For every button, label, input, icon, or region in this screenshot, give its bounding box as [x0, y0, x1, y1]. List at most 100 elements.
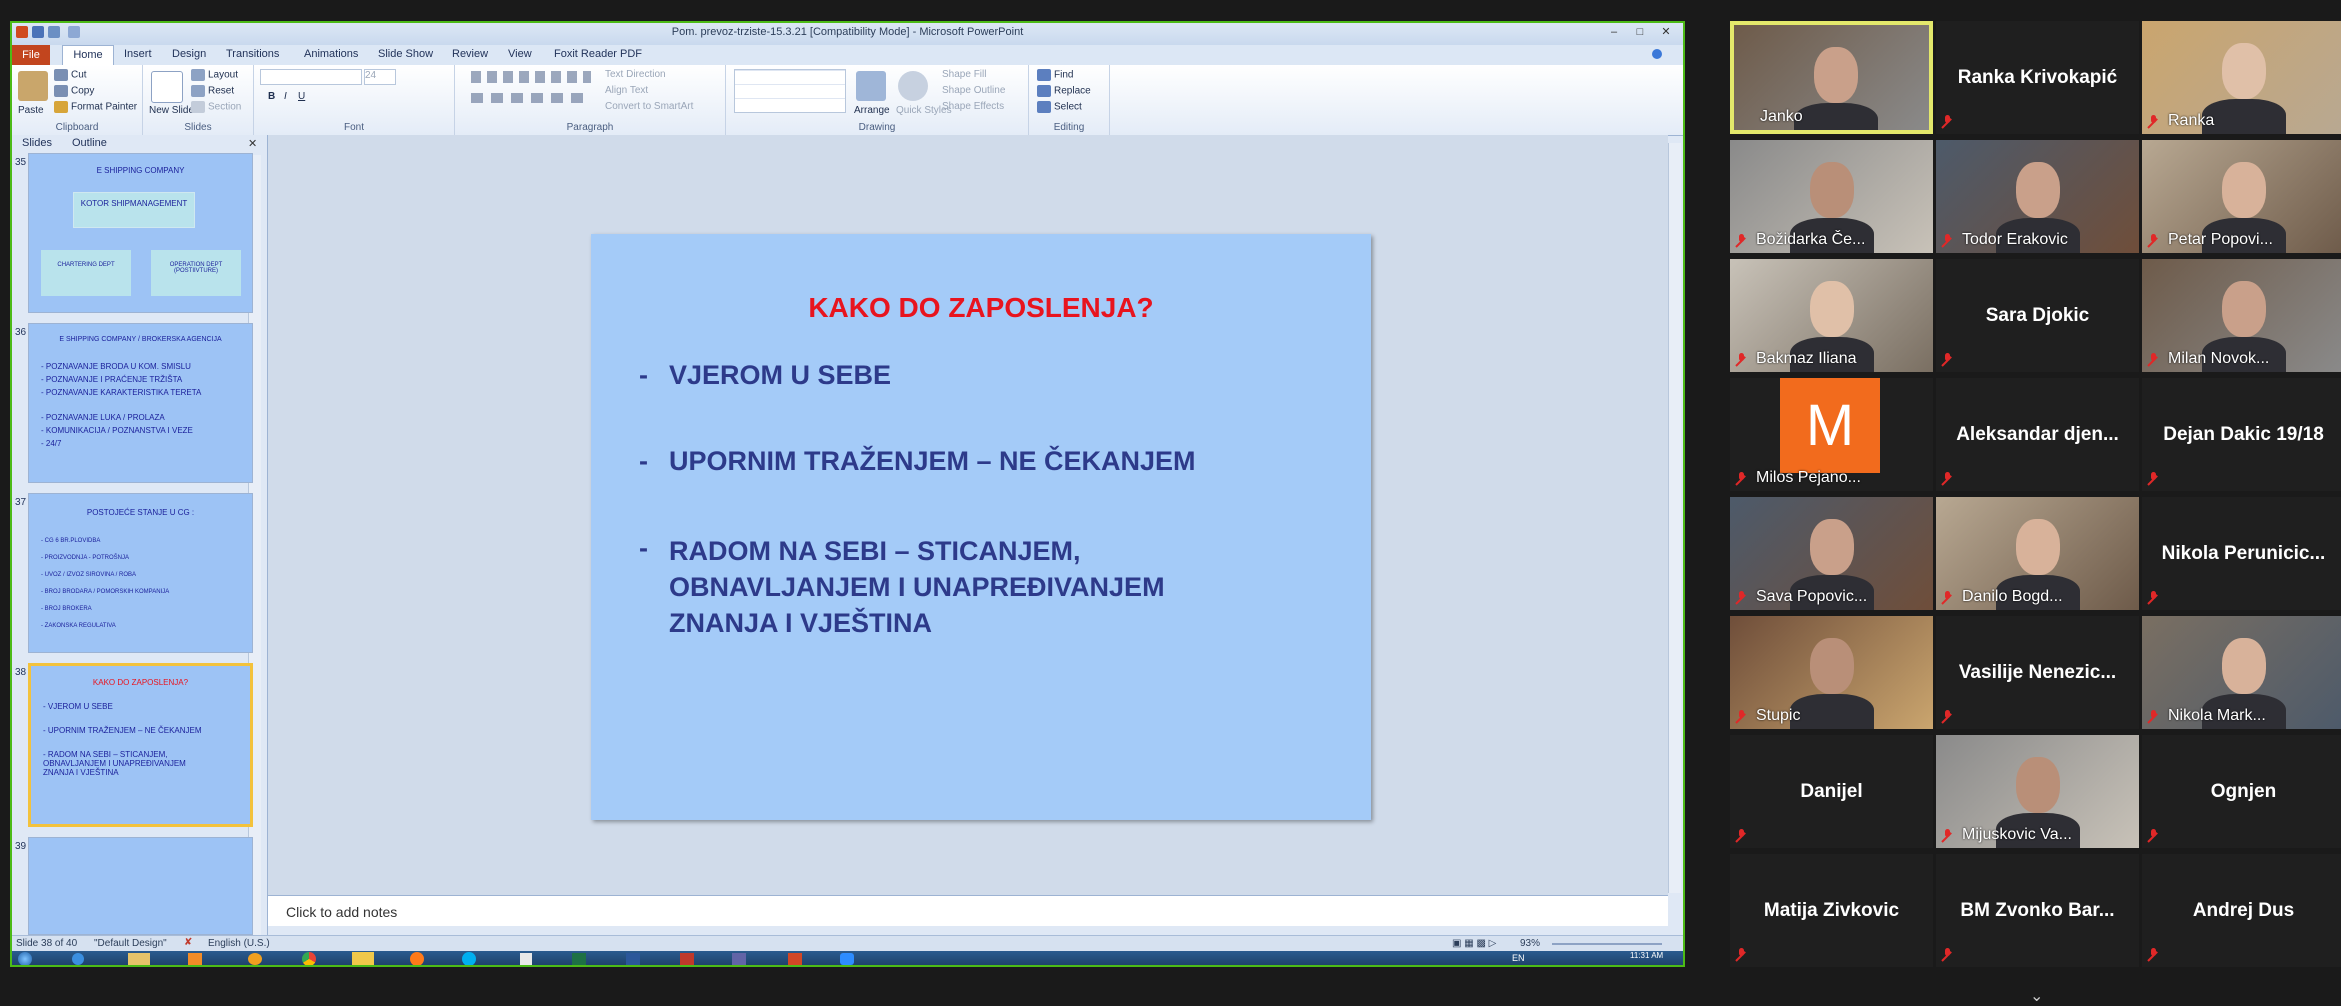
settings-icon[interactable] — [248, 953, 262, 965]
participant-tile[interactable]: Aleksandar djen... — [1936, 378, 2139, 491]
participant-tile[interactable]: Nikola Mark... — [2142, 616, 2341, 729]
italic-button[interactable]: I — [284, 91, 287, 102]
view-buttons[interactable]: ▣ ▦ ▩ ▷ — [1452, 938, 1496, 949]
participant-tile[interactable]: Milan Novok... — [2142, 259, 2341, 372]
participant-tile[interactable]: Nikola Perunicic... — [2142, 497, 2341, 610]
tab-design[interactable]: Design — [172, 48, 206, 60]
tab-slide-show[interactable]: Slide Show — [378, 48, 433, 60]
tab-insert[interactable]: Insert — [124, 48, 152, 60]
skype-icon[interactable] — [462, 952, 476, 965]
input-language[interactable]: EN — [1512, 953, 1525, 963]
section-button[interactable]: Section — [191, 101, 241, 113]
slide-thumbnail-38[interactable]: KAKO DO ZAPOSLENJA? - VJEROM U SEBE - UP… — [28, 663, 253, 827]
editor-scrollbar[interactable] — [1668, 143, 1681, 893]
participant-tile[interactable]: Danilo Bogd... — [1936, 497, 2139, 610]
participant-tile[interactable]: Dejan Dakic 19/18 — [2142, 378, 2341, 491]
minimize-icon[interactable]: – — [1606, 26, 1622, 38]
help-icon[interactable] — [1652, 49, 1662, 59]
new-slide-icon[interactable] — [151, 71, 183, 103]
find-button[interactable]: Find — [1037, 69, 1073, 81]
word-icon[interactable] — [626, 953, 640, 965]
participant-tile[interactable]: Janko — [1730, 21, 1933, 134]
participant-tile[interactable]: Božidarka Če... — [1730, 140, 1933, 253]
reset-button[interactable]: Reset — [191, 85, 234, 97]
tab-view[interactable]: View — [508, 48, 532, 60]
participant-tile[interactable]: Sava Popovic... — [1730, 497, 1933, 610]
participant-tile[interactable]: Bakmaz Iliana — [1730, 259, 1933, 372]
align-buttons[interactable] — [471, 93, 591, 103]
tab-outline[interactable]: Outline — [72, 137, 107, 149]
tab-home[interactable]: Home — [62, 45, 114, 65]
smartart-button[interactable]: Convert to SmartArt — [605, 101, 693, 112]
font-size-select[interactable]: 24 — [364, 69, 396, 85]
participant-tile[interactable]: Sara Djokic — [1936, 259, 2139, 372]
notepad-icon[interactable] — [520, 953, 532, 965]
participant-tile[interactable]: M Milos Pejano... — [1730, 378, 1933, 491]
spellcheck-icon[interactable]: ✘ — [184, 937, 192, 948]
chrome-icon[interactable] — [302, 952, 316, 965]
paste-icon[interactable] — [18, 71, 48, 101]
participant-tile[interactable]: Petar Popovi... — [2142, 140, 2341, 253]
slide-thumbnail-37[interactable]: POSTOJEĆE STANJE U CG : - CG 6 BR.PLOVID… — [28, 493, 253, 653]
media-icon[interactable] — [188, 953, 202, 965]
list-buttons[interactable] — [471, 71, 591, 83]
bold-button[interactable]: B — [268, 91, 275, 102]
acrobat-icon[interactable] — [680, 953, 694, 965]
participant-tile[interactable]: Mijuskovic Va... — [1936, 735, 2139, 848]
quick-styles-icon[interactable] — [898, 71, 928, 101]
shape-outline-button[interactable]: Shape Outline — [942, 85, 1005, 96]
tab-transitions[interactable]: Transitions — [226, 48, 279, 60]
maximize-icon[interactable]: □ — [1632, 26, 1648, 38]
replace-button[interactable]: Replace — [1037, 85, 1091, 97]
shape-effects-button[interactable]: Shape Effects — [942, 101, 1004, 112]
participant-tile[interactable]: Andrej Dus — [2142, 854, 2341, 967]
shapes-gallery[interactable] — [734, 69, 846, 113]
folder-icon[interactable] — [352, 952, 374, 965]
clock-time[interactable]: 11:31 AM — [1630, 951, 1663, 960]
participant-tile[interactable]: Danijel — [1730, 735, 1933, 848]
ie-icon[interactable] — [72, 953, 84, 965]
firefox-icon[interactable] — [410, 952, 424, 965]
format-painter-button[interactable]: Format Painter — [54, 101, 137, 113]
participant-tile[interactable]: Todor Erakovic — [1936, 140, 2139, 253]
chevron-down-icon[interactable]: ⌄ — [2030, 986, 2043, 1006]
zoom-slider[interactable] — [1552, 943, 1662, 945]
start-button-icon[interactable] — [18, 952, 32, 965]
text-direction-button[interactable]: Text Direction — [605, 69, 666, 80]
participant-tile[interactable]: Stupic — [1730, 616, 1933, 729]
underline-button[interactable]: U — [298, 91, 305, 102]
participant-tile[interactable]: Ognjen — [2142, 735, 2341, 848]
layout-button[interactable]: Layout — [191, 69, 238, 81]
teams-icon[interactable] — [732, 953, 746, 965]
close-icon[interactable]: ✕ — [1658, 26, 1674, 38]
close-panel-icon[interactable]: ✕ — [248, 137, 257, 150]
select-button[interactable]: Select — [1037, 101, 1082, 113]
participant-tile[interactable]: Ranka Krivokapić — [1936, 21, 2139, 134]
tab-file[interactable]: File — [12, 45, 50, 65]
new-slide-button[interactable]: New Slide — [149, 105, 194, 116]
align-text-button[interactable]: Align Text — [605, 85, 648, 96]
slide-thumbnail-35[interactable]: E SHIPPING COMPANY KOTOR SHIPMANAGEMENT … — [28, 153, 253, 313]
participant-tile[interactable]: Matija Zivkovic — [1730, 854, 1933, 967]
participant-tile[interactable]: Vasilije Nenezic... — [1936, 616, 2139, 729]
font-name-select[interactable] — [260, 69, 362, 85]
explorer-icon[interactable] — [128, 953, 150, 965]
tab-slides[interactable]: Slides — [22, 137, 52, 149]
participant-tile[interactable]: Ranka — [2142, 21, 2341, 134]
tab-review[interactable]: Review — [452, 48, 488, 60]
current-slide[interactable]: KAKO DO ZAPOSLENJA? - VJEROM U SEBE - UP… — [591, 234, 1371, 820]
arrange-icon[interactable] — [856, 71, 886, 101]
powerpoint-icon[interactable] — [788, 953, 802, 965]
tab-animations[interactable]: Animations — [304, 48, 358, 60]
cut-button[interactable]: Cut — [54, 69, 87, 81]
paste-button[interactable]: Paste — [18, 105, 44, 116]
copy-button[interactable]: Copy — [54, 85, 94, 97]
slide-thumbnail-36[interactable]: E SHIPPING COMPANY / BROKERSKA AGENCIJA … — [28, 323, 253, 483]
excel-icon[interactable] — [572, 953, 586, 965]
slide-thumbnail-39[interactable] — [28, 837, 253, 935]
zoom-app-icon[interactable] — [840, 953, 854, 965]
arrange-button[interactable]: Arrange — [854, 105, 890, 116]
participant-tile[interactable]: BM Zvonko Bar... — [1936, 854, 2139, 967]
tab-foxit[interactable]: Foxit Reader PDF — [554, 48, 642, 60]
shape-fill-button[interactable]: Shape Fill — [942, 69, 986, 80]
